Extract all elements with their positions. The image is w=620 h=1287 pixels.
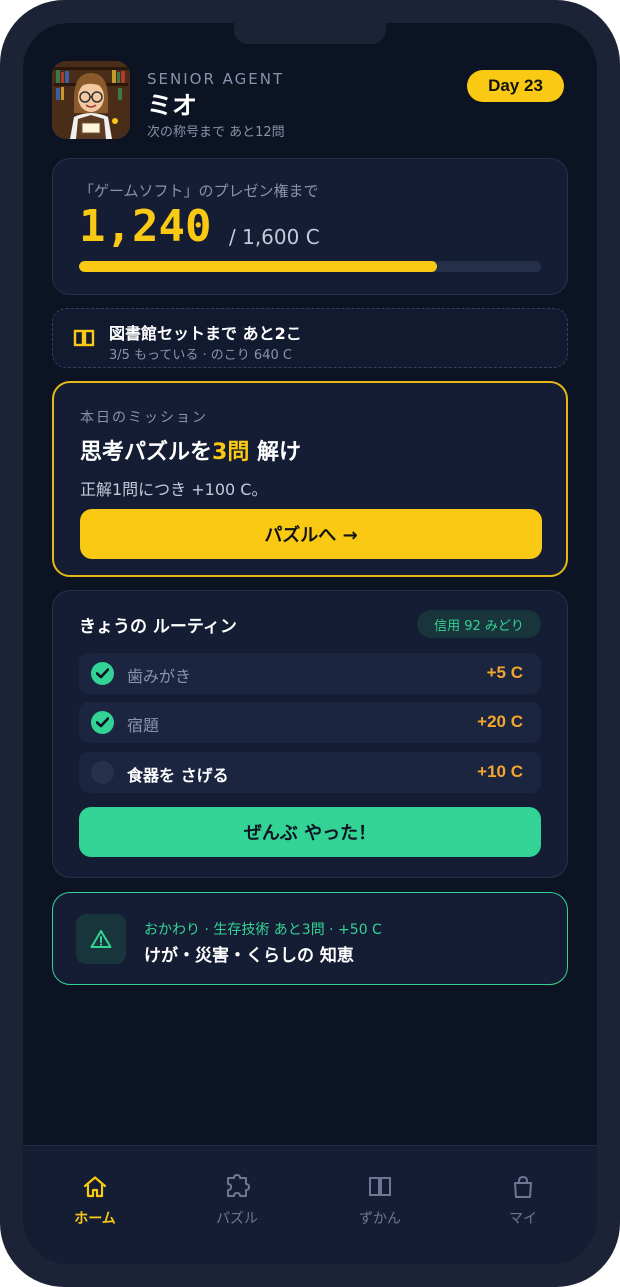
tab-label: マイ xyxy=(509,1211,537,1227)
warning-icon xyxy=(76,914,126,964)
mission-description: 正解1問につき +100 C。 xyxy=(80,480,268,499)
bottom-tab-bar: ホーム パズル ずかん マイ xyxy=(23,1145,597,1264)
day-badge: Day 23 xyxy=(467,70,564,102)
next-topic-card[interactable]: おかわり · 生存技術 あと3問 · +50 C けが・災害・くらしの 知恵 xyxy=(52,892,568,985)
routine-item-reward: +20 C xyxy=(477,712,523,731)
player-name: ミオ xyxy=(147,91,198,120)
go-to-puzzle-button[interactable]: パズルへ → xyxy=(80,509,542,559)
routine-item-label: 宿題 xyxy=(127,716,160,735)
goal-current-coins: 1,240 xyxy=(79,201,212,252)
goal-progress-bar xyxy=(79,261,541,272)
set-subtitle: 3/5 もっている · のこり 640 C xyxy=(109,348,292,363)
notch xyxy=(234,23,386,44)
checked-icon[interactable] xyxy=(91,711,114,734)
tab-my[interactable]: マイ xyxy=(473,1174,573,1228)
mission-title: 思考パズルを3問 解け xyxy=(80,434,301,466)
app-screen: SENIOR AGENT ミオ 次の称号まで あと12問 Day 23 「ゲーム… xyxy=(23,23,597,1264)
routine-item[interactable]: 宿題 +20 C xyxy=(79,702,541,743)
tab-collection[interactable]: ずかん xyxy=(330,1174,430,1228)
goal-label: 「ゲームソフト」のプレゼン権まで xyxy=(79,182,319,200)
checked-icon[interactable] xyxy=(91,662,114,685)
phone-frame: SENIOR AGENT ミオ 次の称号まで あと12問 Day 23 「ゲーム… xyxy=(0,0,620,1287)
puzzle-icon xyxy=(227,1174,250,1197)
mission-title-post: 解け xyxy=(249,440,301,465)
mission-label: 本日のミッション xyxy=(80,410,208,426)
collection-set-card[interactable]: 図書館セットまで あと2こ 3/5 もっている · のこり 640 C xyxy=(52,308,568,368)
next-topic-subtitle: おかわり · 生存技術 あと3問 · +50 C xyxy=(144,922,382,938)
next-topic-title: けが・災害・くらしの 知恵 xyxy=(144,946,354,966)
routine-item-label: 歯みがき xyxy=(127,667,192,686)
routine-item[interactable]: 歯みがき +5 C xyxy=(79,653,541,694)
tab-label: ずかん xyxy=(359,1211,401,1227)
tab-label: ホーム xyxy=(74,1211,116,1227)
credit-badge: 信用 92 みどり xyxy=(417,610,541,638)
unchecked-icon[interactable] xyxy=(91,761,114,784)
routine-title: きょうの ルーティン xyxy=(79,617,237,637)
next-title-hint: 次の称号まで あと12問 xyxy=(147,125,285,140)
routine-item-label: 食器を さげる xyxy=(127,766,229,785)
mission-count: 3問 xyxy=(212,440,250,465)
home-icon xyxy=(83,1176,107,1198)
avatar[interactable] xyxy=(52,61,130,139)
routine-item[interactable]: 食器を さげる +10 C xyxy=(79,752,541,793)
tab-home[interactable]: ホーム xyxy=(45,1174,145,1228)
tab-puzzle[interactable]: パズル xyxy=(187,1174,287,1228)
mission-card: 本日のミッション 思考パズルを3問 解け 正解1問につき +100 C。 パズル… xyxy=(52,381,568,577)
routine-item-reward: +5 C xyxy=(486,663,523,682)
routine-card: きょうの ルーティン 信用 92 みどり 歯みがき +5 C 宿題 +20 C … xyxy=(52,590,568,878)
goal-card[interactable]: 「ゲームソフト」のプレゼン権まで 1,240 / 1,600 C xyxy=(52,158,568,295)
goal-progress-fill xyxy=(79,261,438,272)
book-icon xyxy=(73,329,95,347)
routine-item-reward: +10 C xyxy=(477,762,523,781)
bag-icon xyxy=(514,1175,532,1198)
set-title: 図書館セットまで あと2こ xyxy=(109,324,302,343)
mission-title-pre: 思考パズルを xyxy=(80,440,213,465)
book-icon xyxy=(369,1177,391,1196)
goal-total-coins: / 1,600 C xyxy=(229,225,320,249)
all-done-button[interactable]: ぜんぶ やった！ xyxy=(79,807,541,857)
tab-label: パズル xyxy=(216,1211,258,1227)
